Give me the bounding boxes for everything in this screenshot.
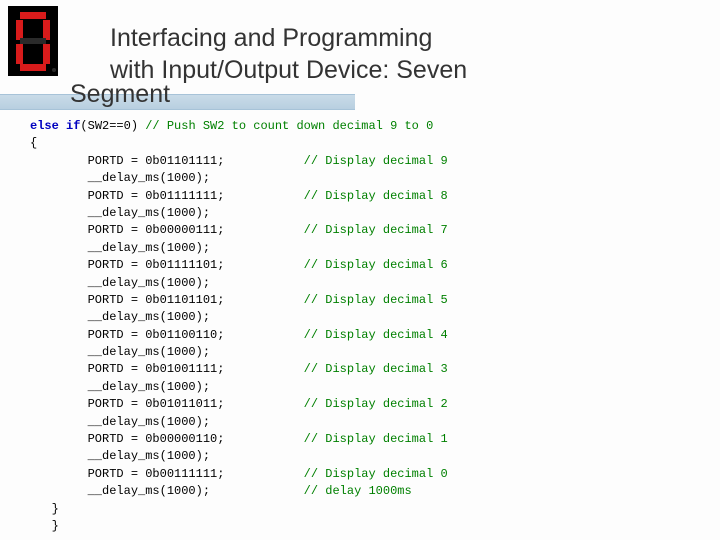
title-line-1: Interfacing and Programming xyxy=(110,24,432,52)
code-line: PORTD = 0b01100110; // Display decimal 4 xyxy=(30,327,448,344)
code-stmt: PORTD = 0b01100110; xyxy=(30,328,304,342)
code-condition: (SW2==0) xyxy=(80,119,138,133)
code-line: __delay_ms(1000); xyxy=(30,170,448,187)
code-comment: // Display decimal 5 xyxy=(304,293,448,307)
code-stmt: PORTD = 0b00000110; xyxy=(30,432,304,446)
code-stmt: PORTD = 0b01111101; xyxy=(30,258,304,272)
code-line: __delay_ms(1000); xyxy=(30,379,448,396)
code-stmt: __delay_ms(1000); xyxy=(30,345,210,359)
code-stmt: __delay_ms(1000); xyxy=(30,206,210,220)
code-line: __delay_ms(1000); // delay 1000ms xyxy=(30,483,448,500)
code-comment: // Display decimal 4 xyxy=(304,328,448,342)
code-line: PORTD = 0b00000111; // Display decimal 7 xyxy=(30,222,448,239)
code-line: PORTD = 0b01001111; // Display decimal 3 xyxy=(30,361,448,378)
code-line: __delay_ms(1000); xyxy=(30,275,448,292)
code-comment: // delay 1000ms xyxy=(304,484,412,498)
code-line: PORTD = 0b00000110; // Display decimal 1 xyxy=(30,431,448,448)
code-stmt: __delay_ms(1000); xyxy=(30,171,210,185)
code-stmt: __delay_ms(1000); xyxy=(30,276,210,290)
code-line: PORTD = 0b01101111; // Display decimal 9 xyxy=(30,153,448,170)
slide-title: Interfacing and Programming with Input/O… xyxy=(110,10,720,86)
code-comment: // Display decimal 8 xyxy=(304,189,448,203)
slide-header: Interfacing and Programming with Input/O… xyxy=(0,0,720,86)
code-stmt: PORTD = 0b01011011; xyxy=(30,397,304,411)
seven-segment-icon xyxy=(8,6,58,76)
code-line: PORTD = 0b00111111; // Display decimal 0 xyxy=(30,466,448,483)
code-stmt: PORTD = 0b00000111; xyxy=(30,223,304,237)
code-comment: // Display decimal 9 xyxy=(304,154,448,168)
code-stmt: __delay_ms(1000); xyxy=(30,484,304,498)
code-stmt: __delay_ms(1000); xyxy=(30,449,210,463)
code-listing: else if(SW2==0) // Push SW2 to count dow… xyxy=(30,118,448,535)
code-line: __delay_ms(1000); xyxy=(30,309,448,326)
code-line: PORTD = 0b01111111; // Display decimal 8 xyxy=(30,188,448,205)
code-line: __delay_ms(1000); xyxy=(30,414,448,431)
code-stmt: __delay_ms(1000); xyxy=(30,415,210,429)
code-line: PORTD = 0b01011011; // Display decimal 2 xyxy=(30,396,448,413)
code-stmt: PORTD = 0b01101111; xyxy=(30,154,304,168)
code-line: __delay_ms(1000); xyxy=(30,448,448,465)
code-stmt: PORTD = 0b00111111; xyxy=(30,467,304,481)
code-comment: // Display decimal 3 xyxy=(304,362,448,376)
code-close-brace-1: } xyxy=(30,501,448,518)
code-comment: // Display decimal 0 xyxy=(304,467,448,481)
code-comment: // Display decimal 7 xyxy=(304,223,448,237)
code-comment: // Display decimal 6 xyxy=(304,258,448,272)
code-open-brace: { xyxy=(30,135,448,152)
code-stmt: __delay_ms(1000); xyxy=(30,380,210,394)
code-close-brace-2: } xyxy=(30,518,448,535)
title-line-3: Segment xyxy=(70,80,170,109)
title-accent-bar xyxy=(0,94,355,110)
code-stmt: PORTD = 0b01111111; xyxy=(30,189,304,203)
code-line: PORTD = 0b01111101; // Display decimal 6 xyxy=(30,257,448,274)
code-stmt: PORTD = 0b01101101; xyxy=(30,293,304,307)
code-comment: // Display decimal 2 xyxy=(304,397,448,411)
code-line: __delay_ms(1000); xyxy=(30,240,448,257)
keyword-else-if: else if xyxy=(30,119,80,133)
code-comment: // Display decimal 1 xyxy=(304,432,448,446)
code-line: __delay_ms(1000); xyxy=(30,344,448,361)
code-comment-head: // Push SW2 to count down decimal 9 to 0 xyxy=(138,119,433,133)
code-stmt: __delay_ms(1000); xyxy=(30,310,210,324)
code-line: __delay_ms(1000); xyxy=(30,205,448,222)
code-stmt: PORTD = 0b01001111; xyxy=(30,362,304,376)
code-line: PORTD = 0b01101101; // Display decimal 5 xyxy=(30,292,448,309)
code-stmt: __delay_ms(1000); xyxy=(30,241,210,255)
